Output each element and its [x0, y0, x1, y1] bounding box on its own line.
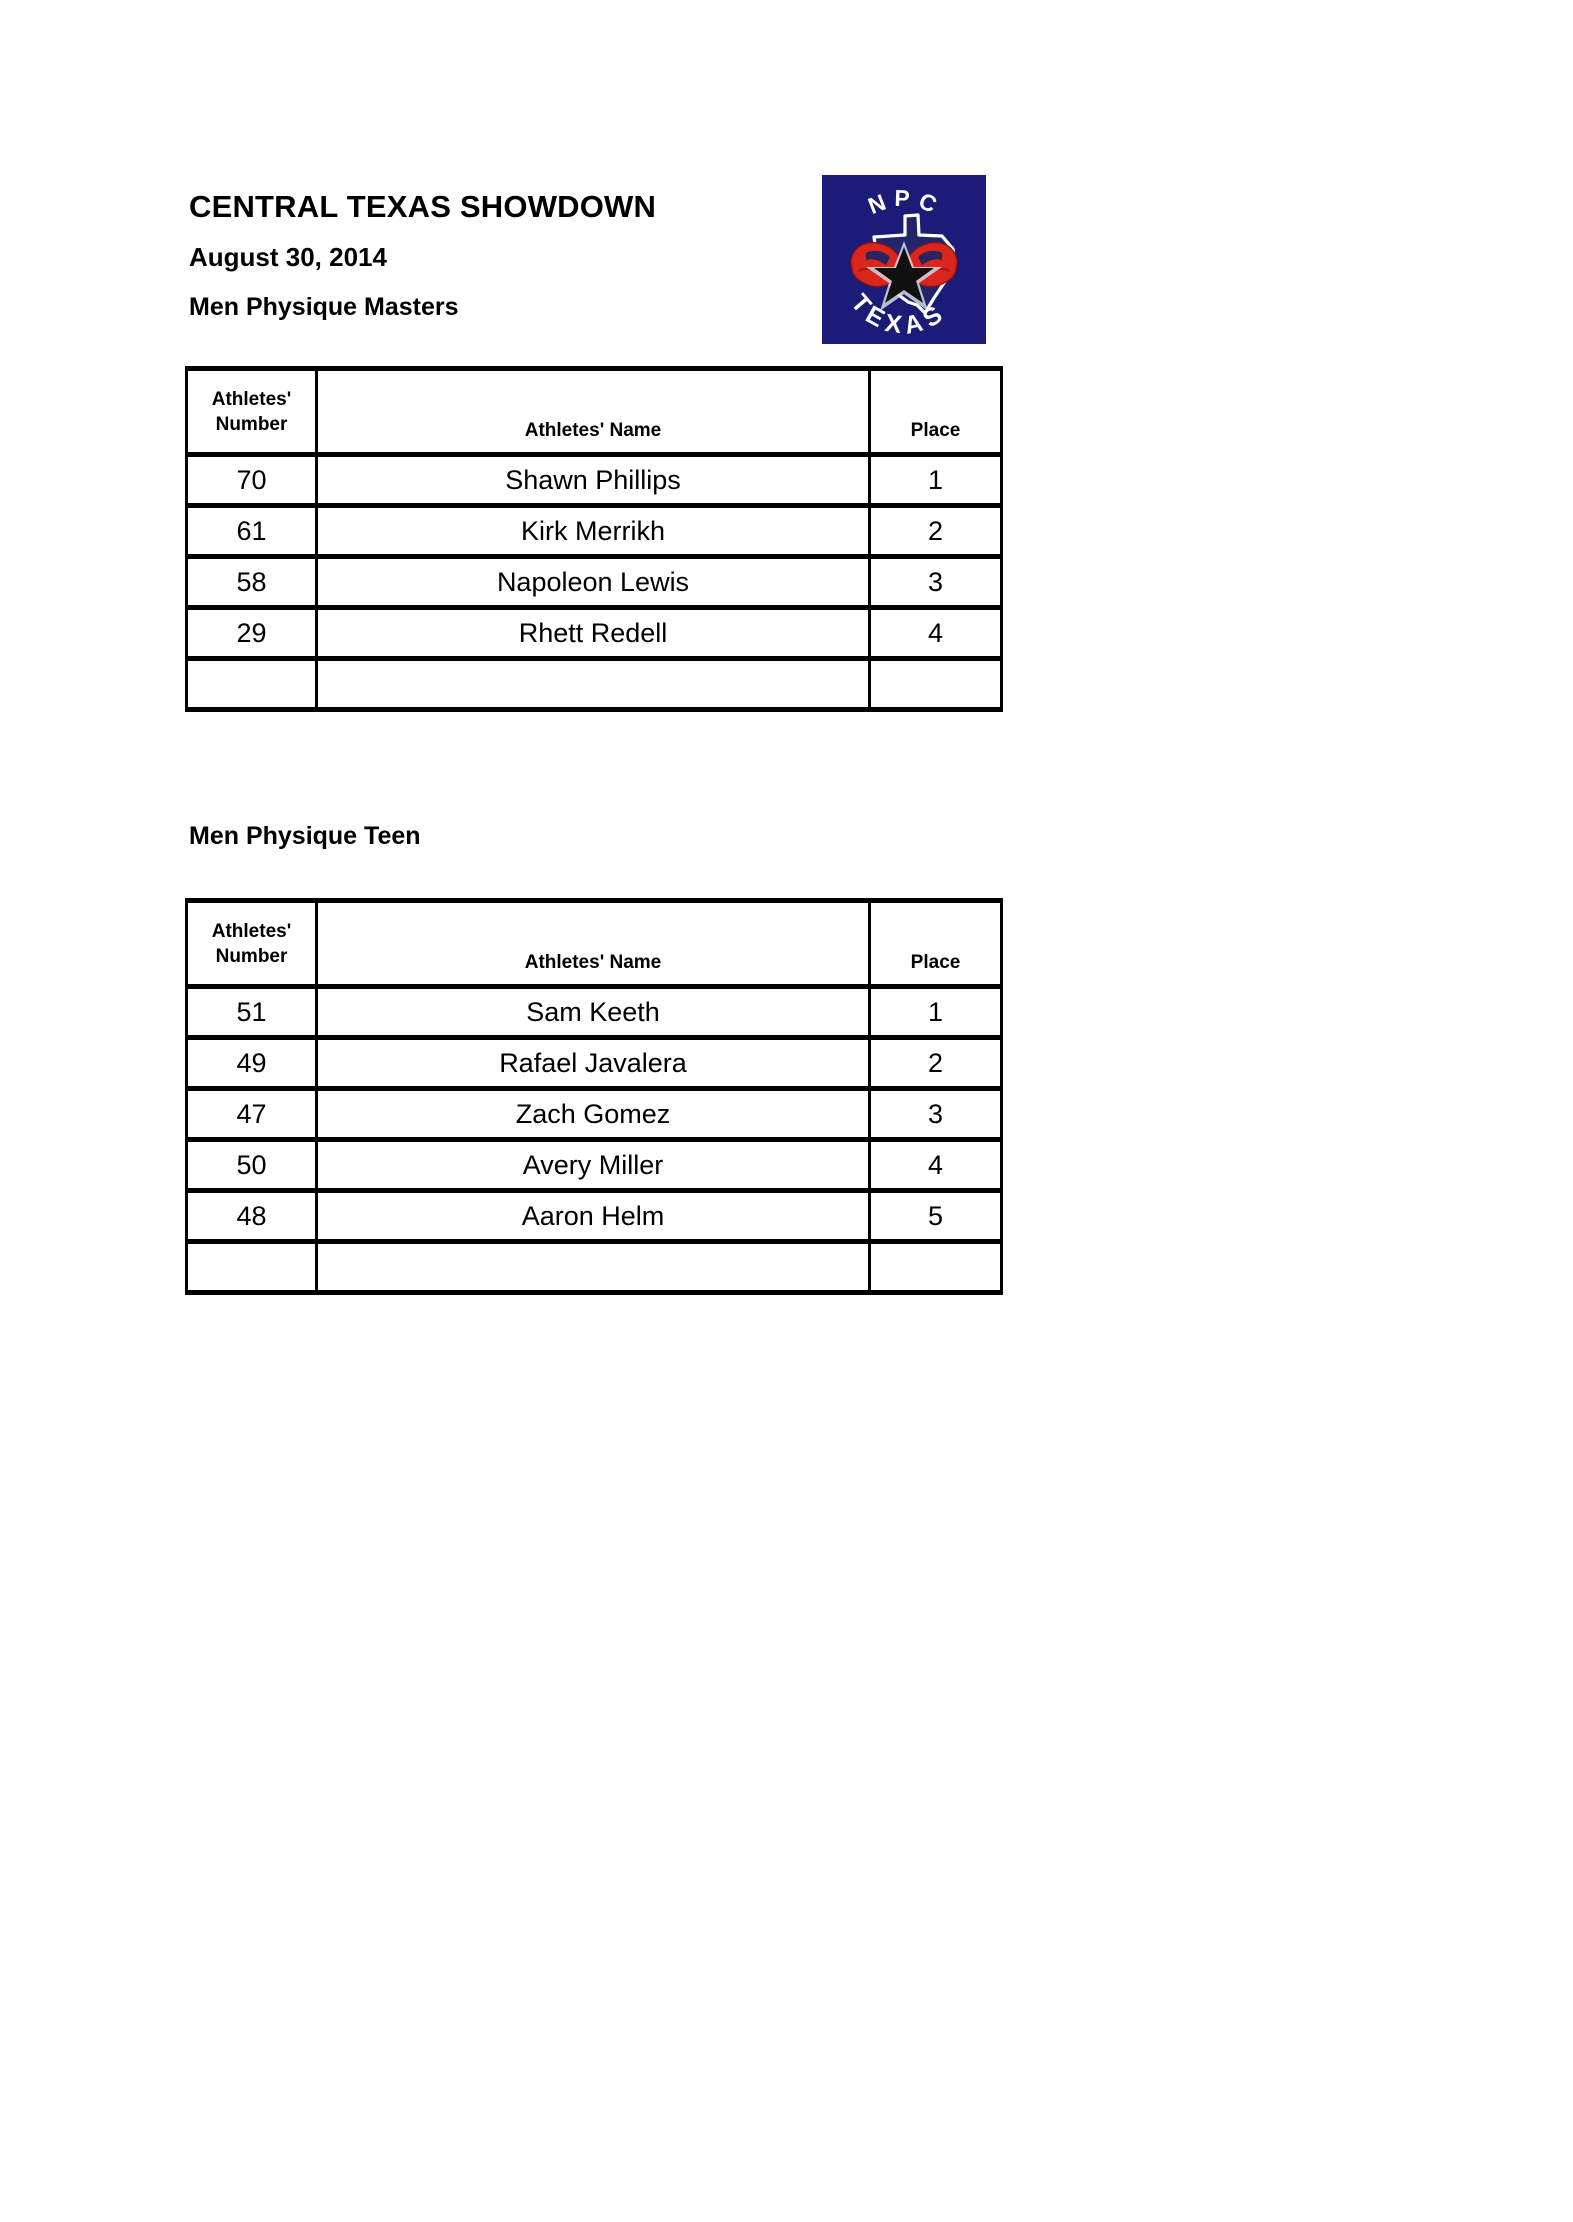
- page-title: CENTRAL TEXAS SHOWDOWN: [189, 189, 657, 224]
- column-header-place: Place: [868, 898, 1003, 989]
- npc-texas-logo: NPC TEXAS: [822, 175, 986, 344]
- table-row-blank: [185, 656, 1003, 712]
- table-row: 49 Rafael Javalera 2: [185, 1035, 1003, 1091]
- cell-athlete-name: [315, 656, 871, 712]
- cell-place: 1: [868, 984, 1003, 1040]
- document-header: CENTRAL TEXAS SHOWDOWN August 30, 2014 M…: [189, 182, 809, 332]
- cell-athlete-name: Kirk Merrikh: [315, 503, 871, 559]
- table-row: 29 Rhett Redell 4: [185, 605, 1003, 661]
- cell-athlete-number: [185, 1239, 318, 1295]
- cell-athlete-name: Sam Keeth: [315, 984, 871, 1040]
- cell-place: 5: [868, 1188, 1003, 1244]
- table-row: 48 Aaron Helm 5: [185, 1188, 1003, 1244]
- column-header-place: Place: [868, 366, 1003, 457]
- column-header-number-line1: Athletes': [211, 388, 292, 410]
- cell-place: 4: [868, 605, 1003, 661]
- cell-place: 3: [868, 1086, 1003, 1142]
- cell-athlete-name: Shawn Phillips: [315, 452, 871, 508]
- table-row: 61 Kirk Merrikh 2: [185, 503, 1003, 559]
- cell-place: [868, 1239, 1003, 1295]
- column-header-athlete-name: Athletes' Name: [315, 898, 871, 989]
- results-table-teen: Athletes' Number Athletes' Name Place 51…: [185, 898, 1003, 1295]
- cell-athlete-name: Rhett Redell: [315, 605, 871, 661]
- cell-place: 2: [868, 503, 1003, 559]
- column-header-athlete-number: Athletes' Number: [185, 898, 318, 989]
- column-header-athlete-number: Athletes' Number: [185, 366, 318, 457]
- cell-athlete-name: [315, 1239, 871, 1295]
- column-header-number-line2: Number: [215, 945, 288, 967]
- cell-athlete-name: Napoleon Lewis: [315, 554, 871, 610]
- cell-place: 2: [868, 1035, 1003, 1091]
- table-row: 58 Napoleon Lewis 3: [185, 554, 1003, 610]
- column-header-number-line2: Number: [215, 413, 288, 435]
- table-row: 51 Sam Keeth 1: [185, 984, 1003, 1040]
- table-row-blank: [185, 1239, 1003, 1295]
- cell-athlete-number: 58: [185, 554, 318, 610]
- cell-athlete-name: Zach Gomez: [315, 1086, 871, 1142]
- cell-place: 1: [868, 452, 1003, 508]
- table-header-row: Athletes' Number Athletes' Name Place: [185, 898, 1003, 989]
- division-heading-teen: Men Physique Teen: [189, 822, 421, 850]
- division-heading-masters: Men Physique Masters: [189, 293, 459, 321]
- results-table-masters: Athletes' Number Athletes' Name Place 70…: [185, 366, 1003, 712]
- cell-athlete-name: Aaron Helm: [315, 1188, 871, 1244]
- cell-place: 3: [868, 554, 1003, 610]
- column-header-athlete-name: Athletes' Name: [315, 366, 871, 457]
- table-row: 50 Avery Miller 4: [185, 1137, 1003, 1193]
- cell-athlete-number: [185, 656, 318, 712]
- cell-place: [868, 656, 1003, 712]
- table-body-masters: 70 Shawn Phillips 1 61 Kirk Merrikh 2 58…: [185, 452, 1003, 712]
- table-body-teen: 51 Sam Keeth 1 49 Rafael Javalera 2 47 Z…: [185, 984, 1003, 1295]
- table-row: 47 Zach Gomez 3: [185, 1086, 1003, 1142]
- cell-place: 4: [868, 1137, 1003, 1193]
- cell-athlete-name: Avery Miller: [315, 1137, 871, 1193]
- cell-athlete-number: 70: [185, 452, 318, 508]
- cell-athlete-number: 48: [185, 1188, 318, 1244]
- cell-athlete-number: 50: [185, 1137, 318, 1193]
- table-header-row: Athletes' Number Athletes' Name Place: [185, 366, 1003, 457]
- cell-athlete-name: Rafael Javalera: [315, 1035, 871, 1091]
- event-date: August 30, 2014: [189, 242, 387, 272]
- table-row: 70 Shawn Phillips 1: [185, 452, 1003, 508]
- cell-athlete-number: 47: [185, 1086, 318, 1142]
- cell-athlete-number: 51: [185, 984, 318, 1040]
- cell-athlete-number: 61: [185, 503, 318, 559]
- cell-athlete-number: 49: [185, 1035, 318, 1091]
- column-header-number-line1: Athletes': [211, 920, 292, 942]
- cell-athlete-number: 29: [185, 605, 318, 661]
